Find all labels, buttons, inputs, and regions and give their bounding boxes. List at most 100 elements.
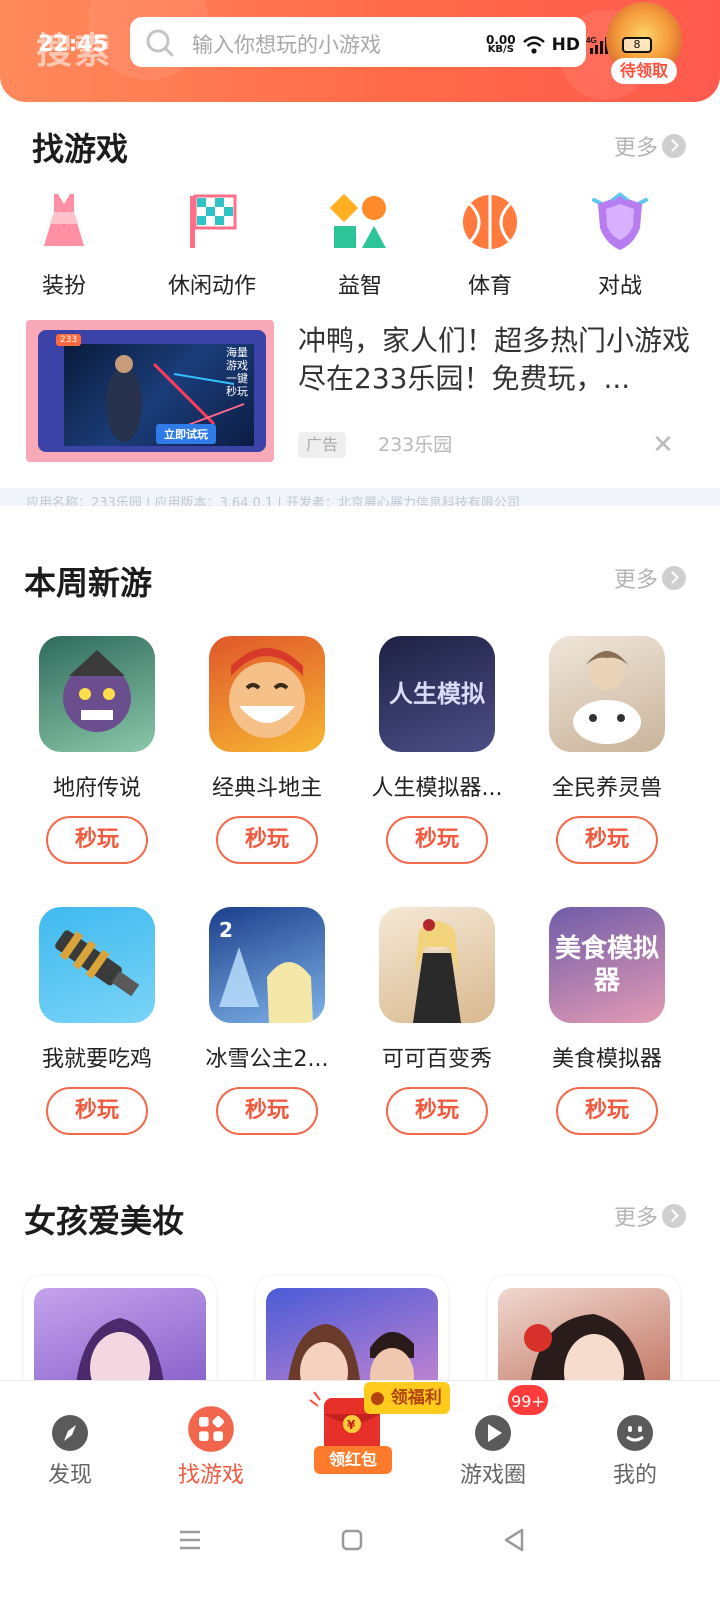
- wifi-icon: [522, 36, 545, 54]
- ad-source: 233乐园: [378, 434, 453, 456]
- game-icon[interactable]: [209, 636, 325, 752]
- laughing-face-icon: [229, 648, 305, 738]
- svg-text:4G: 4G: [586, 36, 597, 45]
- category-label: 对战: [597, 274, 642, 299]
- game-card[interactable]: 美食模拟器 美食模拟器 秒玩: [522, 907, 692, 1135]
- search-placeholder: 输入你想玩的小游戏: [192, 33, 381, 57]
- category-label: 休闲动作: [167, 274, 256, 299]
- instant-play-button[interactable]: 秒玩: [216, 1087, 318, 1135]
- category-sports[interactable]: 体育: [430, 190, 550, 300]
- girl-makeup-title: 女孩爱美妆: [24, 1202, 185, 1240]
- more-label: 更多: [614, 136, 659, 161]
- category-battle[interactable]: 对战: [560, 190, 680, 300]
- nav-label: 游戏圈: [459, 1463, 526, 1488]
- game-name: 美食模拟器: [551, 1047, 662, 1072]
- game-name: 人生模拟器...: [371, 776, 503, 801]
- game-card[interactable]: 2 冰雪公主2... 秒玩: [182, 907, 352, 1135]
- shapes-icon: [329, 193, 386, 248]
- nav-discover[interactable]: 发现: [15, 1413, 125, 1489]
- more-label: 更多: [614, 568, 659, 593]
- gift-badge[interactable]: 待领取: [611, 58, 677, 84]
- menu-icon[interactable]: [170, 1520, 210, 1560]
- category-puzzle[interactable]: 益智: [300, 190, 420, 300]
- ad-badge: 广告: [298, 432, 347, 458]
- close-icon[interactable]: ✕: [648, 430, 678, 460]
- game-icon[interactable]: [379, 907, 495, 1023]
- game-icon[interactable]: 2: [209, 907, 325, 1023]
- checkered-flag-icon: [190, 194, 237, 248]
- instant-play-button[interactable]: 秒玩: [386, 816, 488, 864]
- nav-label: 找游戏: [177, 1463, 244, 1488]
- chevron-right-icon: [662, 566, 687, 590]
- system-navigation-bar: [0, 1500, 720, 1600]
- svg-text:¥: ¥: [347, 1418, 356, 1432]
- svg-text:2: 2: [219, 918, 233, 942]
- game-card[interactable]: 可可百变秀 秒玩: [352, 907, 522, 1135]
- red-envelope-button[interactable]: 领红包: [314, 1446, 392, 1474]
- instant-play-button[interactable]: 秒玩: [46, 816, 148, 864]
- ad-book-frame: 立即试玩 海量游戏一键秒玩: [38, 330, 266, 452]
- status-icons: 0.00 KB/S HD 4G: [486, 32, 612, 58]
- category-dress-up[interactable]: 装扮: [4, 190, 124, 300]
- game-card[interactable]: 全民养灵兽 秒玩: [522, 636, 692, 864]
- ad-side-text: 海量游戏一键秒玩: [226, 346, 248, 398]
- game-card[interactable]: 经典斗地主 秒玩: [182, 636, 352, 864]
- category-label: 装扮: [41, 274, 86, 299]
- chevron-right-icon: [662, 1204, 687, 1228]
- nav-find-games[interactable]: 找游戏: [156, 1406, 266, 1489]
- shield-icon: [592, 192, 648, 250]
- hd-label: HD: [551, 35, 580, 55]
- net-speed: 0.00 KB/S: [486, 34, 516, 55]
- game-card[interactable]: 我就要吃鸡 秒玩: [12, 907, 182, 1135]
- game-icon[interactable]: 美食模拟器: [549, 907, 665, 1023]
- game-card[interactable]: 人生模拟 人生模拟器... 秒玩: [352, 636, 522, 864]
- ad-trial-button: 立即试玩: [156, 424, 216, 444]
- more-label: 更多: [614, 1206, 659, 1231]
- nav-label: 发现: [47, 1463, 92, 1488]
- category-label: 益智: [337, 274, 382, 299]
- ad-title[interactable]: 冲鸭，家人们！超多热门小游戏尽在233乐园！免费玩，...: [298, 322, 694, 398]
- weekly-new-title: 本周新游: [24, 564, 153, 602]
- ad-thumbnail[interactable]: 立即试玩 海量游戏一键秒玩 233: [26, 320, 274, 462]
- notification-badge: 99+: [506, 1383, 550, 1417]
- play-circle-icon: [475, 1415, 511, 1451]
- girl-makeup-more-link[interactable]: 更多: [614, 1200, 687, 1232]
- back-icon[interactable]: [494, 1520, 534, 1560]
- welfare-label: 领福利: [390, 1388, 442, 1408]
- game-icon-text: 人生模拟: [389, 680, 485, 708]
- search-icon: [146, 29, 174, 57]
- monster-icon: [63, 650, 131, 732]
- game-name: 地府传说: [52, 776, 141, 801]
- dress-icon: [44, 194, 84, 246]
- game-icon[interactable]: 人生模拟: [379, 636, 495, 752]
- game-name: 经典斗地主: [211, 776, 322, 801]
- instant-play-button[interactable]: 秒玩: [556, 816, 658, 864]
- gun-icon: [55, 930, 140, 997]
- weekly-new-more-link[interactable]: 更多: [614, 562, 687, 594]
- app-info-strip: 应用名称：233乐园 | 应用版本：3.64.0.1 | 开发者：北京展心展力信…: [0, 488, 720, 506]
- game-card[interactable]: 地府传说 秒玩: [12, 636, 182, 864]
- home-icon[interactable]: [332, 1520, 372, 1560]
- compass-icon: [52, 1415, 88, 1451]
- battery-icon: 8: [622, 37, 652, 53]
- net-speed-unit: KB/S: [487, 44, 514, 55]
- game-name: 我就要吃鸡: [41, 1047, 152, 1072]
- ice-princess-icon: 2: [219, 918, 313, 1023]
- instant-play-button[interactable]: 秒玩: [216, 816, 318, 864]
- ball-icon: [463, 195, 517, 249]
- game-icon[interactable]: [549, 636, 665, 752]
- instant-play-button[interactable]: 秒玩: [386, 1087, 488, 1135]
- game-name: 可可百变秀: [381, 1047, 492, 1072]
- welfare-tag[interactable]: ● 领福利: [364, 1382, 450, 1414]
- instant-play-button[interactable]: 秒玩: [556, 1087, 658, 1135]
- nav-profile[interactable]: 我的: [580, 1413, 690, 1489]
- find-games-more-link[interactable]: 更多: [614, 130, 687, 162]
- game-icon[interactable]: [39, 636, 155, 752]
- spirit-beast-icon: [573, 651, 641, 744]
- games-grid-icon: [188, 1406, 234, 1452]
- game-name: 全民养灵兽: [551, 776, 662, 801]
- nav-game-circle[interactable]: 游戏圈: [438, 1413, 548, 1489]
- category-casual-action[interactable]: 休闲动作: [152, 190, 272, 300]
- game-icon[interactable]: [39, 907, 155, 1023]
- instant-play-button[interactable]: 秒玩: [46, 1087, 148, 1135]
